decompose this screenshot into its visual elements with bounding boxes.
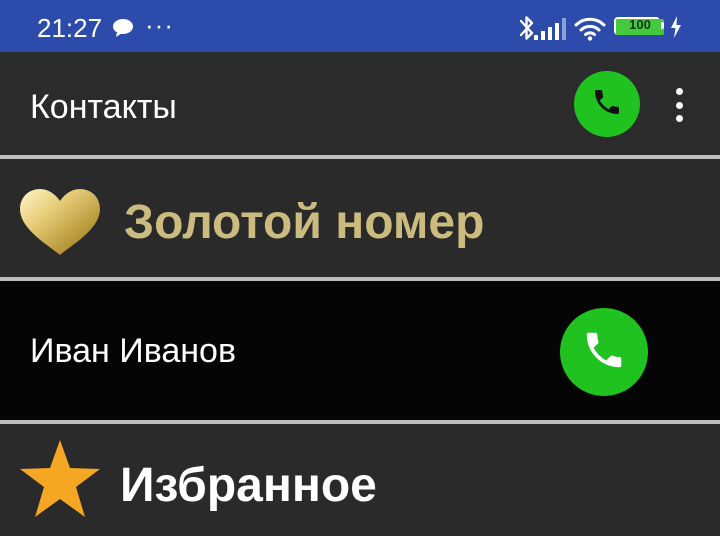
more-notifications-icon: ···	[145, 10, 174, 40]
favorites-label: Избранное	[120, 459, 377, 512]
signal-icon	[534, 18, 566, 45]
status-time: 21:27	[37, 13, 103, 43]
wifi-icon	[574, 17, 606, 46]
favorites-section[interactable]: Избранное	[0, 424, 720, 536]
app-bar: Контакты	[0, 52, 720, 155]
gold-number-section[interactable]: Золотой номер	[0, 159, 720, 277]
charging-icon	[670, 16, 682, 43]
app-call-button[interactable]	[574, 71, 640, 137]
status-bar: 21:27 ··· 100	[0, 0, 720, 52]
chat-bubble-icon	[112, 18, 134, 43]
star-icon	[18, 438, 102, 527]
battery-level: 100	[616, 18, 664, 35]
phone-icon	[581, 327, 627, 378]
page-title: Контакты	[30, 88, 177, 126]
overflow-menu-icon	[675, 88, 683, 95]
heart-icon	[18, 187, 102, 262]
battery-icon: 100	[614, 17, 666, 37]
contact-call-button[interactable]	[560, 308, 648, 396]
status-icons: 100	[512, 14, 682, 42]
contact-row[interactable]: Иван Иванов	[0, 281, 720, 420]
gold-number-label: Золотой номер	[124, 196, 485, 249]
phone-icon	[591, 86, 623, 123]
contact-name: Иван Иванов	[30, 332, 237, 370]
overflow-menu-button[interactable]	[664, 88, 694, 122]
